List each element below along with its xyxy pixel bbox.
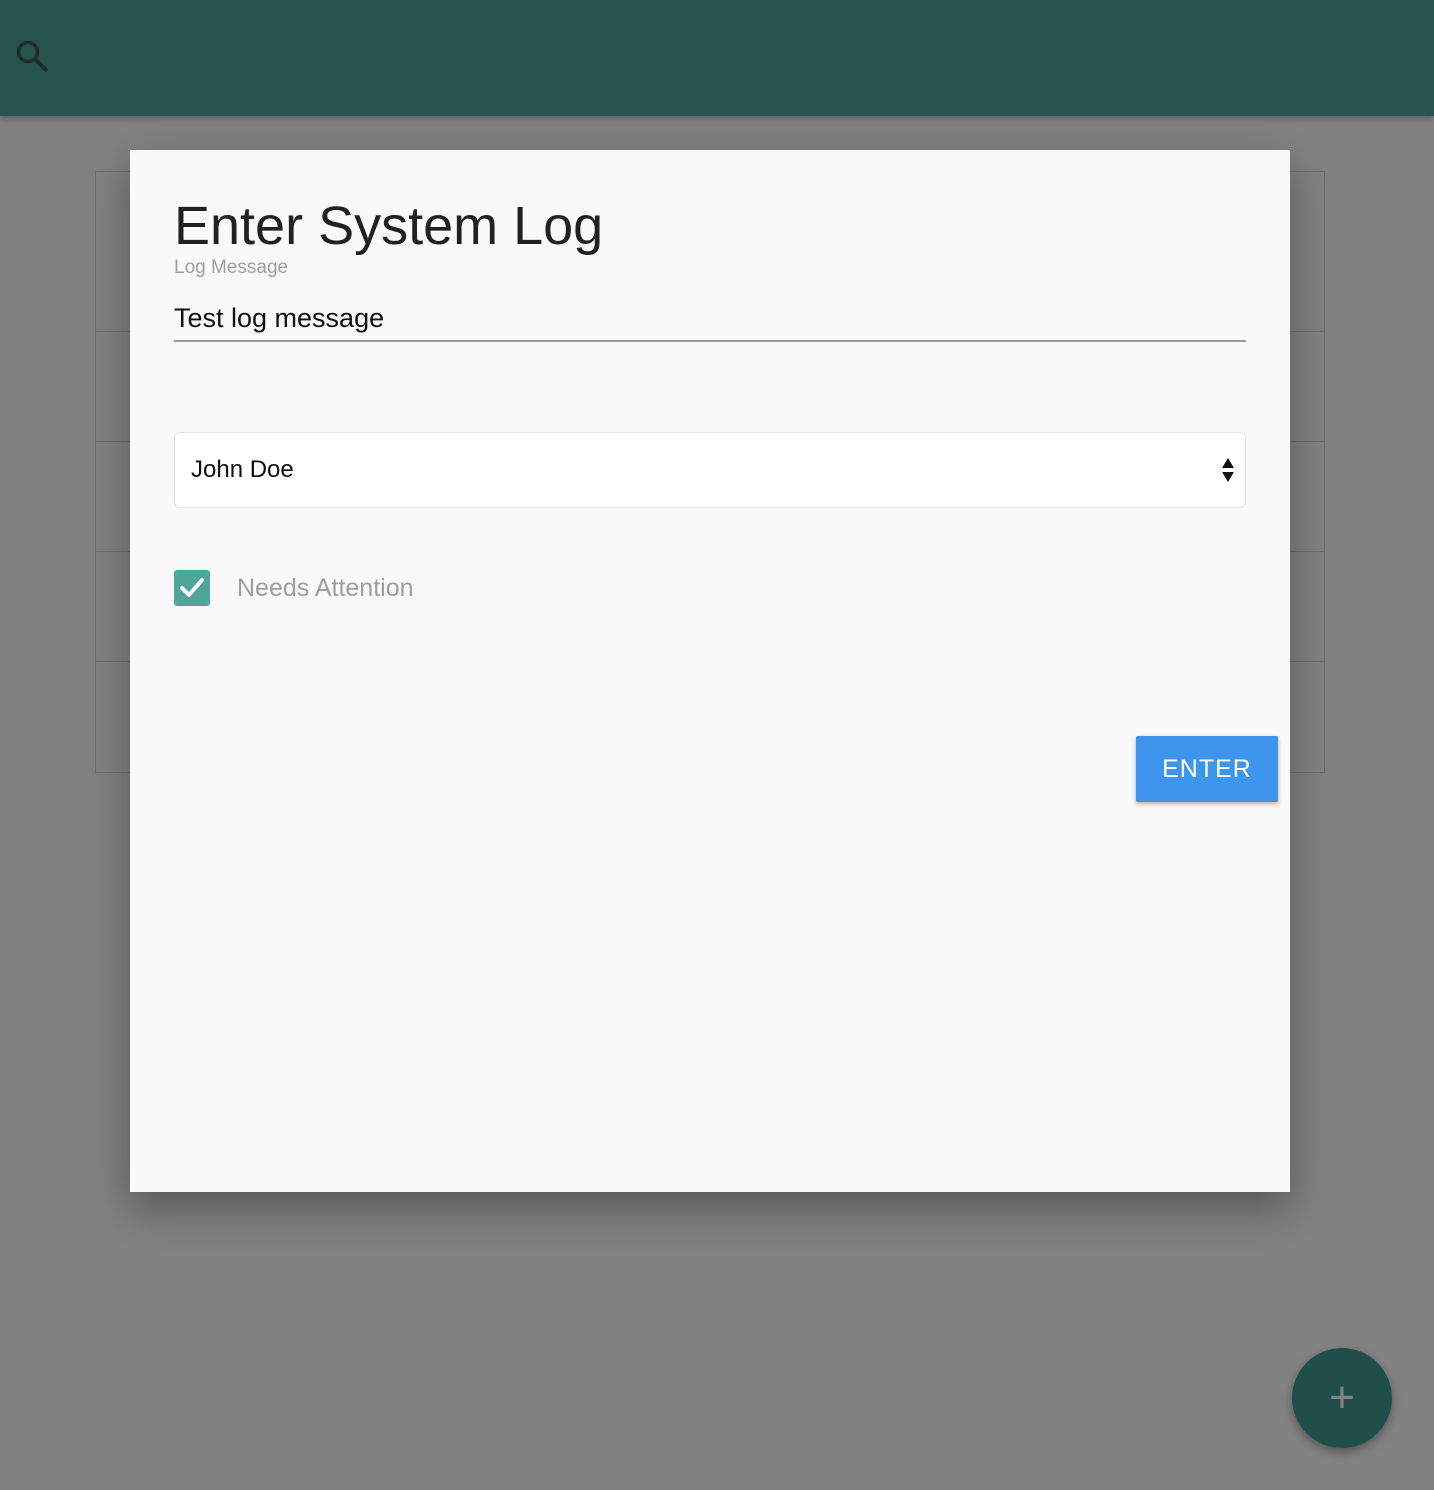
needs-attention-label[interactable]: Needs Attention	[237, 574, 414, 603]
enter-button[interactable]: ENTER	[1136, 736, 1278, 802]
user-select-value: John Doe	[191, 456, 294, 483]
user-select[interactable]: John Doe	[174, 432, 1246, 508]
needs-attention-checkbox[interactable]	[174, 570, 210, 606]
enter-log-dialog: Enter System Log Log Message John Doe Ne…	[130, 150, 1290, 1192]
checkmark-icon	[180, 578, 204, 597]
log-message-input[interactable]	[174, 296, 1246, 342]
select-arrows-icon	[1222, 458, 1234, 482]
dialog-title: Enter System Log	[174, 196, 604, 256]
log-message-label: Log Message	[174, 257, 289, 278]
